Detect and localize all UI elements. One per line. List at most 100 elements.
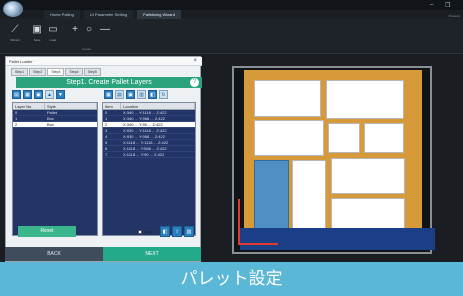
wand-icon: ⟋ xyxy=(11,24,19,35)
list-view-icon[interactable]: ▤ xyxy=(115,90,124,99)
snap-toggle[interactable]: snap xyxy=(138,229,152,234)
step-tabs: Step1 Step2 Step3 Step4 Step5 xyxy=(11,68,101,76)
step-tab[interactable]: Step2 xyxy=(29,68,47,76)
app-logo[interactable] xyxy=(3,1,23,17)
close-icon[interactable]: × xyxy=(193,58,197,64)
table-cell: 7 xyxy=(105,152,108,157)
step-banner: Step1. Create Pallet Layers ? xyxy=(16,77,202,88)
pallet-box[interactable] xyxy=(292,160,326,232)
table-row[interactable]: 7 X:1118 ... Y:90 ... Z:422 xyxy=(103,152,195,158)
ribbon-button[interactable]: ⟋ Wizard xyxy=(8,24,22,43)
view-icon[interactable]: ◧ xyxy=(160,226,170,237)
ribbon-button-label: Wizard xyxy=(10,38,20,42)
column-header[interactable]: Item xyxy=(103,103,121,109)
table-cell: X:340 ... Y:1118 ... Z:422 xyxy=(123,110,167,115)
plus-icon: + xyxy=(72,24,78,35)
snap-checkbox[interactable] xyxy=(138,229,142,234)
x-axis-indicator xyxy=(238,243,278,245)
settings-icon[interactable]: ▥ xyxy=(184,226,194,237)
ribbon-button[interactable]: — xyxy=(98,25,112,38)
move-up-icon[interactable]: ▲ xyxy=(45,90,54,99)
pallet-box[interactable] xyxy=(364,123,404,153)
ribbon-tab[interactable]: UI Parameter Setting xyxy=(83,10,134,19)
align-icon[interactable]: ▥ xyxy=(137,90,146,99)
table-cell: 0 xyxy=(105,110,108,115)
table-cell: Pallet xyxy=(47,110,58,115)
copy-layer-icon[interactable]: ▦ xyxy=(23,90,32,99)
pallet-box[interactable] xyxy=(331,198,405,232)
conveyor-base xyxy=(240,228,435,250)
ribbon-button[interactable]: ▣ Save xyxy=(30,24,44,43)
selected-pallet-box[interactable] xyxy=(254,160,289,232)
grid-view-icon[interactable]: ▦ xyxy=(104,90,113,99)
table-cell: 3 xyxy=(105,128,108,133)
properties-label: Property xyxy=(448,14,460,18)
pallet-box[interactable] xyxy=(254,120,324,156)
app-window: – ❐ Home Palling UI Parameter Setting Pall… xyxy=(0,0,463,296)
layer-grid-header: Layer No. Style xyxy=(13,103,97,110)
pallet-box[interactable] xyxy=(326,80,404,119)
layer-icon[interactable]: ◧ xyxy=(148,90,157,99)
ribbon-button[interactable]: ○ xyxy=(82,25,96,38)
table-cell: 5 xyxy=(105,140,108,145)
info-icon[interactable]: i xyxy=(172,226,182,237)
table-cell: X:930 ... Y:968 ... Z:422 xyxy=(123,134,165,139)
pallet-box[interactable] xyxy=(254,80,321,117)
pallet-box[interactable] xyxy=(331,158,405,194)
table-cell: X:340 ... Y:90 ... Z:422 xyxy=(123,122,163,127)
dialog-title: Pallet Loader xyxy=(6,57,202,66)
refresh-icon[interactable]: ↻ xyxy=(159,90,168,99)
column-header[interactable]: Style xyxy=(45,103,97,109)
table-row[interactable]: 2 Box xyxy=(13,122,97,128)
column-header[interactable]: Layer No. xyxy=(13,103,45,109)
back-button[interactable]: BACK xyxy=(5,247,103,261)
delete-layer-icon[interactable]: ▣ xyxy=(34,90,43,99)
table-cell: 4 xyxy=(105,134,108,139)
step-tab[interactable]: Step4 xyxy=(65,68,83,76)
maximize-button[interactable]: ❐ xyxy=(445,2,450,9)
image-icon[interactable]: ▣ xyxy=(126,90,135,99)
title-bar xyxy=(0,0,463,10)
item-toolbar: ▦ ▤ ▣ ▥ ◧ ↻ xyxy=(104,90,168,100)
save-icon: ▣ xyxy=(32,24,42,35)
y-axis-indicator xyxy=(238,199,240,245)
item-grid-header: Item Location xyxy=(103,103,195,110)
add-layer-icon[interactable]: ▤ xyxy=(12,90,21,99)
ribbon-tab[interactable]: Palletizing Wizard xyxy=(137,10,181,19)
ribbon-button-label: Load xyxy=(49,38,57,42)
ribbon-button[interactable]: + xyxy=(68,25,82,38)
snap-label: snap xyxy=(143,229,152,234)
table-cell: X:1118 ... Y:568 ... Z:422 xyxy=(123,146,167,151)
table-cell: 1 xyxy=(105,116,108,121)
layer-toolbar: ▤ ▦ ▣ ▲ ▼ xyxy=(12,90,65,100)
step-tab[interactable]: Step5 xyxy=(83,68,101,76)
pallet-box[interactable] xyxy=(328,123,360,153)
caption: パレット設定 xyxy=(0,262,463,296)
help-icon[interactable]: ? xyxy=(190,78,199,87)
minus-icon: — xyxy=(100,24,110,35)
circle-icon: ○ xyxy=(85,24,93,35)
table-cell: X:1118 ... Y:90 ... Z:422 xyxy=(123,152,165,157)
table-cell: X:1118 ... Y:1118 ... Z:422 xyxy=(123,140,169,145)
table-cell: X:340 ... Y:968 ... Z:422 xyxy=(123,116,165,121)
step-tab[interactable]: Step1 xyxy=(11,68,29,76)
table-cell: Box xyxy=(47,116,54,121)
ribbon-button-label: Save xyxy=(33,38,41,42)
column-header[interactable]: Location xyxy=(121,103,195,109)
ribbon-tab[interactable]: Home Palling xyxy=(44,10,80,19)
ribbon-tabs: Home Palling UI Parameter Setting Palletiz… xyxy=(44,10,181,19)
item-grid[interactable]: Item Location 0 X:340 ... Y:1118 ... Z:422… xyxy=(102,102,196,236)
load-icon: ▭ xyxy=(48,24,58,35)
minimize-button[interactable]: – xyxy=(430,2,433,8)
move-down-icon[interactable]: ▼ xyxy=(56,90,65,99)
table-cell: X:930 ... Y:1118 ... Z:422 xyxy=(123,128,167,133)
table-cell: 1 xyxy=(15,116,18,121)
reset-button[interactable]: Reset xyxy=(18,226,76,237)
table-cell: 2 xyxy=(105,122,108,127)
ribbon-toolbar: ⟋ Wizard ▣ Save ▭ Load + ○ — Create Property xyxy=(0,14,463,54)
next-button[interactable]: NEXT xyxy=(103,247,201,261)
table-cell: Box xyxy=(47,122,54,127)
step-tab[interactable]: Step3 xyxy=(47,68,65,76)
ribbon-button[interactable]: ▭ Load xyxy=(46,24,60,43)
layer-grid[interactable]: Layer No. Style 0 Pallet 1 Box 2 Box xyxy=(12,102,98,236)
